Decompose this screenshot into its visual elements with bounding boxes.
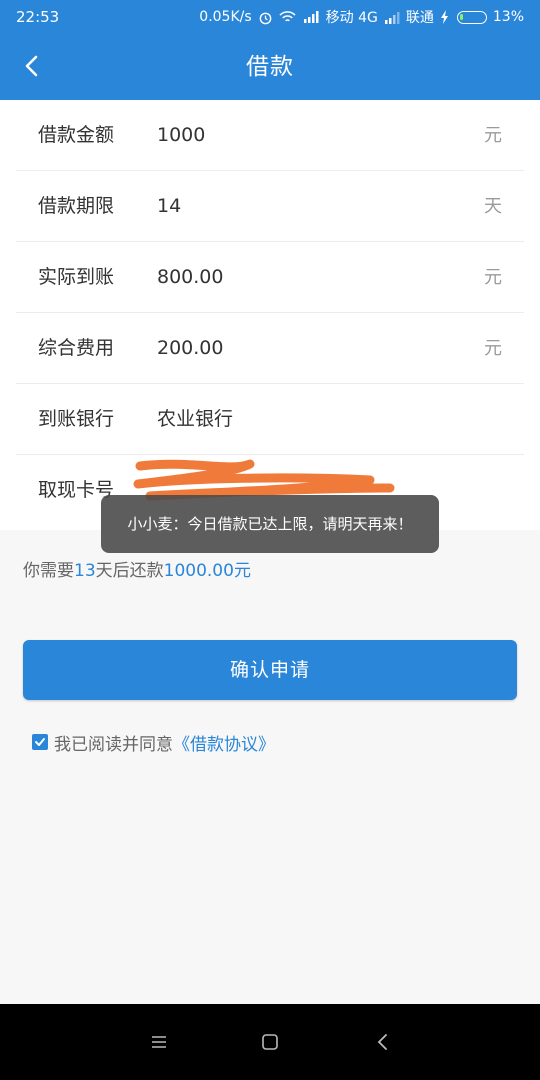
back-nav-icon[interactable]: [372, 1031, 394, 1053]
loan-term-value: 14: [157, 195, 182, 217]
signal-hd-icon: [303, 11, 319, 23]
agreement-row: 我已阅读并同意 《借款协议》: [32, 730, 275, 755]
row-bank[interactable]: 到账银行 农业银行: [16, 384, 524, 455]
row-label: 综合费用: [38, 337, 115, 359]
carrier-unicom: 联通: [405, 10, 434, 26]
agreement-link[interactable]: 《借款协议》: [173, 730, 275, 755]
row-unit: 元: [484, 267, 502, 288]
confirm-button[interactable]: 确认申请: [23, 640, 517, 700]
carrier-mobile: 移动 4G: [325, 10, 378, 26]
home-icon[interactable]: [259, 1031, 281, 1053]
status-bar: 22:53 0.05K/s 移动 4G 联通 13%: [0, 0, 540, 34]
row-unit: 元: [484, 125, 502, 146]
battery-icon: [456, 10, 487, 24]
signal-icon: [384, 11, 400, 24]
status-indicators: 0.05K/s 移动 4G 联通 13%: [199, 7, 524, 27]
agreement-text: 我已阅读并同意: [54, 734, 173, 755]
row-loan-term[interactable]: 借款期限 14 天: [16, 171, 524, 242]
alarm-icon: [259, 12, 272, 24]
page-title: 借款: [246, 54, 294, 80]
loan-amount-value: 1000: [157, 124, 206, 146]
bank-value: 农业银行: [157, 408, 234, 430]
network-speed: 0.05K/s: [199, 9, 252, 25]
row-label: 实际到账: [38, 266, 115, 288]
repay-middle: 天后还款: [95, 561, 164, 581]
agreement-checkbox[interactable]: [32, 734, 48, 750]
app-bar: 借款: [0, 34, 540, 100]
check-icon: [35, 738, 45, 746]
status-time: 22:53: [16, 8, 60, 26]
row-label: 借款金额: [38, 124, 115, 146]
wifi-icon: [279, 11, 296, 22]
row-total-fee: 综合费用 200.00 元: [16, 313, 524, 384]
battery-percent: 13%: [492, 9, 524, 25]
row-unit: 元: [484, 338, 502, 359]
system-nav-bar: [0, 1004, 540, 1080]
charging-icon: [440, 10, 448, 24]
menu-icon[interactable]: [148, 1031, 170, 1053]
row-label: 到账银行: [38, 408, 115, 430]
repay-prefix: 你需要: [23, 561, 74, 581]
repay-info: 你需要13天后还款1000.00元: [23, 556, 251, 581]
row-label: 借款期限: [38, 195, 115, 217]
toast-message: 小小麦：今日借款已达上限，请明天再来！: [101, 495, 439, 553]
row-unit: 天: [484, 196, 502, 217]
row-actual-received: 实际到账 800.00 元: [16, 242, 524, 313]
repay-amount: 1000.00元: [163, 561, 251, 581]
row-loan-amount[interactable]: 借款金额 1000 元: [16, 100, 524, 171]
repay-days: 13: [74, 561, 96, 581]
total-fee-value: 200.00: [157, 337, 224, 359]
actual-received-value: 800.00: [157, 266, 224, 288]
